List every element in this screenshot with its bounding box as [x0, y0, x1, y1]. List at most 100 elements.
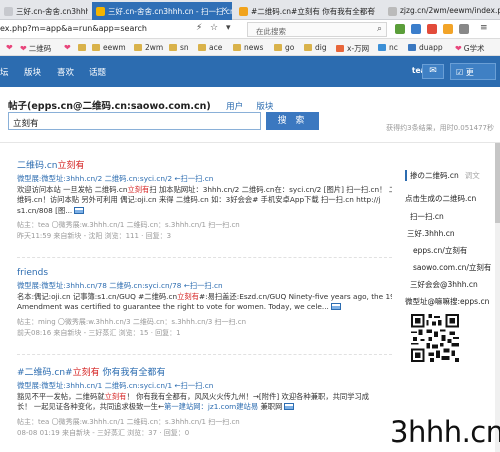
bookmark-item[interactable]	[78, 43, 89, 52]
scrollbar-thumb[interactable]	[495, 143, 500, 223]
result-snippet: s1.cn/808 [图...	[17, 206, 392, 217]
search-input[interactable]: 立刻有	[8, 112, 261, 130]
tab-boards[interactable]: 版块	[256, 102, 273, 112]
address-bar: ex.php?m=app&a=run&app=search ⚡ ☆ ▾ 在此搜索…	[0, 20, 500, 39]
bookmark-item[interactable]: 2wm	[134, 43, 163, 52]
result-title[interactable]: friends	[17, 268, 392, 278]
bookmark-item[interactable]: dig	[304, 43, 327, 52]
extension-icon[interactable]	[411, 24, 421, 34]
mail-icon[interactable]: ✉	[422, 64, 444, 79]
bookmark-item[interactable]: news	[233, 43, 263, 52]
sidebar-link[interactable]: saowo.com.cn/立刻有	[413, 262, 491, 273]
bookmark-item[interactable]: ace	[198, 43, 222, 52]
bookmark-item[interactable]: eewm	[92, 43, 126, 52]
result-meta: 昨天11:59 来自新块 - 沈阳 浏览：111 · 回复：3	[17, 232, 172, 240]
browser-tab[interactable]: #二维码.cn#立刻有 你有我有全都有 ×	[235, 2, 380, 20]
result-link-line[interactable]: 微型展:微型址:3hhh.cn/1 二维码.cn:syci.cn/1 ←扫一扫.…	[17, 381, 392, 392]
bookmark-item[interactable]: go	[274, 43, 294, 52]
nav-item-boards[interactable]: 版块	[24, 66, 41, 78]
folder-icon	[78, 44, 86, 51]
lightning-icon[interactable]: ⚡	[196, 23, 202, 33]
nav-item-topics[interactable]: 话题	[89, 66, 106, 78]
result-snippet: 长！ 一起见证各种变化，共同追求极致一生←第一建站网：jz1.com建站易 兼职…	[17, 402, 392, 413]
result-link-line[interactable]: 微型展:微型址:3hhh.cn/2 二维码.cn:syci.cn/2 ←扫一扫.…	[17, 174, 392, 185]
sidebar-link[interactable]: 三好.3hhh.cn	[407, 228, 455, 239]
browser-tab[interactable]: zjzg.cn/2wm/eewm/index.php?	[384, 2, 500, 20]
result-snippet: 名本:偶记:oji.cn 记事簿:s1.cn/GUQ #二维码.cn立刻有#:易…	[17, 291, 392, 301]
folder-icon	[233, 44, 241, 51]
bookmark-item[interactable]: ❤	[6, 43, 15, 52]
url-field[interactable]: ex.php?m=app&a=run&app=search	[0, 24, 147, 33]
more-button[interactable]: ☑ 更	[450, 63, 496, 80]
sidebar-link[interactable]: 三好会会@3hhh.cn	[410, 279, 478, 290]
result-title[interactable]: 二维码.cn立刻有	[17, 158, 392, 171]
bookmark-item[interactable]: sn	[169, 43, 189, 52]
bookmark-item[interactable]: duapp	[408, 43, 443, 52]
tab-users[interactable]: 用户	[226, 102, 243, 112]
image-icon[interactable]	[284, 403, 295, 410]
downloads-icon[interactable]	[459, 24, 469, 34]
bookmark-item[interactable]: ❤ 二维码	[20, 43, 51, 54]
result-inline-link[interactable]: 第一建站网：jz1.com建站易	[164, 402, 258, 411]
site-favicon-icon	[239, 7, 248, 16]
heart-icon: ❤	[64, 43, 71, 52]
site-header: 坛 版块 喜欢 话题 tea ▾ ✉ ☑ 更	[0, 56, 500, 87]
search-button[interactable]: 搜 索	[266, 112, 319, 130]
browser-tab-strip: 三好.cn-舍舍.cn3hhh.c 三好.cn-舍舍.cn3hhh.cn - 扫…	[0, 0, 500, 20]
heart-icon: ❤	[20, 44, 27, 53]
heart-icon: ❤	[6, 43, 13, 52]
result-snippet: 维码.cn！访问本贴 另外可利用 偶记:oji.cn 来得 二维码.cn 如：3…	[17, 195, 381, 204]
result-meta: 08-08 01:19 来自新块 - 三好蒸汇 浏览：37 · 回复：0	[17, 428, 190, 437]
image-icon[interactable]	[74, 206, 85, 214]
result-snippet: Amendment was certified to guarantee the…	[17, 302, 392, 313]
sidebar-link[interactable]: 扫一扫.cn	[410, 211, 444, 222]
bookmark-item[interactable]: ❤ G学术	[455, 43, 485, 54]
star-icon[interactable]: ☆	[210, 23, 218, 33]
extension-icon[interactable]	[427, 24, 437, 34]
browser-tab[interactable]: 三好.cn-舍舍.cn3hhh.c	[0, 2, 88, 20]
qr-code-image	[411, 314, 459, 362]
extension-icon[interactable]	[443, 24, 453, 34]
sidebar-link[interactable]: 微型址@嘛嘛搜:epps.cn	[405, 296, 489, 307]
divider	[0, 142, 500, 143]
bookmark-item[interactable]: ❤	[64, 43, 73, 52]
folder-icon	[304, 44, 312, 51]
search-icon[interactable]: ⌕	[377, 24, 382, 34]
folder-icon	[169, 44, 177, 51]
scrollbar[interactable]	[495, 143, 500, 452]
watermark: 3hhh.cn	[390, 415, 500, 449]
result-meta: 帖主：ming 〇微秀展:w.3hhh.cn/3 二维码.cn：s.3hhh.c…	[17, 317, 247, 326]
nav-item-forum[interactable]: 坛	[0, 66, 9, 78]
site-favicon-icon	[4, 7, 13, 16]
close-tab-icon[interactable]: ×	[369, 5, 376, 14]
bookmark-item[interactable]: x-万网	[336, 43, 369, 54]
folder-icon	[134, 44, 142, 51]
menu-icon[interactable]: ≡	[480, 23, 488, 33]
close-tab-icon[interactable]: ×	[221, 5, 228, 14]
search-result: friends 微型展:微型址:3hhh.cn/78 二维码.cn:syci.c…	[17, 268, 392, 339]
extension-icon[interactable]	[395, 24, 405, 34]
search-heading: 帖子(epps.cn@二维码.cn:saowo.com.cn) 用户 版块	[8, 101, 274, 112]
sidebar-link[interactable]: 点击生成の二维码.cn	[405, 193, 476, 204]
dropdown-icon[interactable]: ▾	[226, 23, 231, 33]
nav-item-likes[interactable]: 喜欢	[57, 66, 74, 78]
sidebar-heading: 掺の二维码.cn 调文	[405, 170, 500, 181]
result-link-line[interactable]: 微型展:微型址:3hhh.cn/78 二维码.cn:syci.cn/78 ←扫一…	[17, 281, 392, 292]
folder-icon	[274, 44, 282, 51]
result-title[interactable]: #二维码.cn#立刻有 你有我有全都有	[17, 365, 392, 378]
paw-icon	[408, 44, 416, 51]
image-icon[interactable]	[330, 303, 341, 310]
result-snippet: 欢迎访问本站 一旦发帖 二维码.cn立刻有扫 加本贴网址：3hhh.cn/2 二…	[17, 184, 392, 194]
result-meta: 帖主：tea 〇微秀展:w.3hhh.cn/1 二维码.cn：s.3hhh.cn…	[17, 221, 240, 229]
folder-icon	[198, 44, 206, 51]
browser-tab-active[interactable]: 三好.cn-舍舍.cn3hhh.cn - 扫一扫.cn ×	[92, 2, 232, 20]
bookmark-item[interactable]: nc	[378, 43, 398, 52]
cloud-icon	[378, 44, 386, 51]
site-favicon-icon	[336, 45, 344, 52]
search-result: 二维码.cn立刻有 微型展:微型址:3hhh.cn/2 二维码.cn:syci.…	[17, 158, 392, 242]
sidebar-link[interactable]: epps.cn/立刻有	[413, 245, 467, 256]
browser-search-input[interactable]: 在此搜索 ⌕	[247, 22, 387, 37]
result-meta: 前天08:16 来自新块 - 三好蒸汇 浏览：15 · 回复：1	[17, 328, 181, 337]
divider	[17, 354, 392, 355]
divider	[17, 257, 392, 258]
